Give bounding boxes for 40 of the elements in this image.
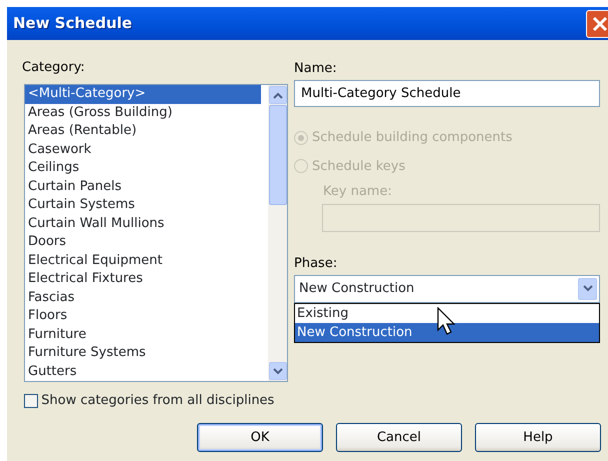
category-list[interactable] <box>24 84 288 382</box>
checkbox-label: Show categories from all disciplines <box>41 392 274 410</box>
dropdown-option[interactable]: New Construction <box>295 322 599 342</box>
close-icon <box>591 15 608 33</box>
list-item[interactable]: Curtain Systems <box>25 196 261 214</box>
list-item[interactable]: Furniture Systems <box>25 344 261 362</box>
phase-label: Phase: <box>294 256 338 272</box>
list-item[interactable]: Curtain Wall Mullions <box>25 214 261 233</box>
close-button[interactable] <box>586 10 608 38</box>
radio-label: Schedule keys <box>312 158 406 176</box>
checkbox[interactable] <box>24 394 38 408</box>
list-item[interactable]: Fascias <box>25 288 261 307</box>
dialog-button[interactable]: Help <box>475 423 601 452</box>
name-label: Name: <box>294 61 338 77</box>
list-item[interactable]: Areas (Rentable) <box>25 122 261 140</box>
dialog-button[interactable]: OK <box>197 423 323 452</box>
dropdown-option[interactable]: Existing <box>295 304 599 323</box>
category-label: Category: <box>22 60 85 76</box>
phase-dropdown[interactable]: New Construction <box>294 274 600 303</box>
list-item[interactable]: Curtain Panels <box>25 178 261 196</box>
scroll-up-button[interactable] <box>269 86 287 104</box>
key-name-label: Key name: <box>323 184 393 200</box>
list-item[interactable]: Doors <box>25 233 261 252</box>
list-item[interactable]: Casework <box>25 140 261 159</box>
list-item[interactable]: Ceilings <box>25 159 261 178</box>
radio-label: Schedule building components <box>312 129 512 147</box>
list-item[interactable]: Furniture <box>25 326 261 344</box>
list-item[interactable]: Electrical Fixtures <box>25 270 261 288</box>
name-field[interactable]: Multi-Category Schedule <box>294 80 600 108</box>
scrollbar-thumb[interactable] <box>269 105 287 205</box>
list-item[interactable]: <Multi-Category> <box>25 85 261 104</box>
scroll-down-button[interactable] <box>269 362 287 380</box>
dialog-button[interactable]: Cancel <box>336 423 462 452</box>
window-title: New Schedule <box>13 13 132 34</box>
list-item[interactable]: Gutters <box>25 362 261 381</box>
list-item[interactable]: Electrical Equipment <box>25 252 261 270</box>
list-item[interactable]: Areas (Gross Building) <box>25 104 261 122</box>
list-item[interactable]: Floors <box>25 307 261 326</box>
chevron-down-icon <box>582 285 592 292</box>
dropdown-button[interactable] <box>578 278 597 300</box>
